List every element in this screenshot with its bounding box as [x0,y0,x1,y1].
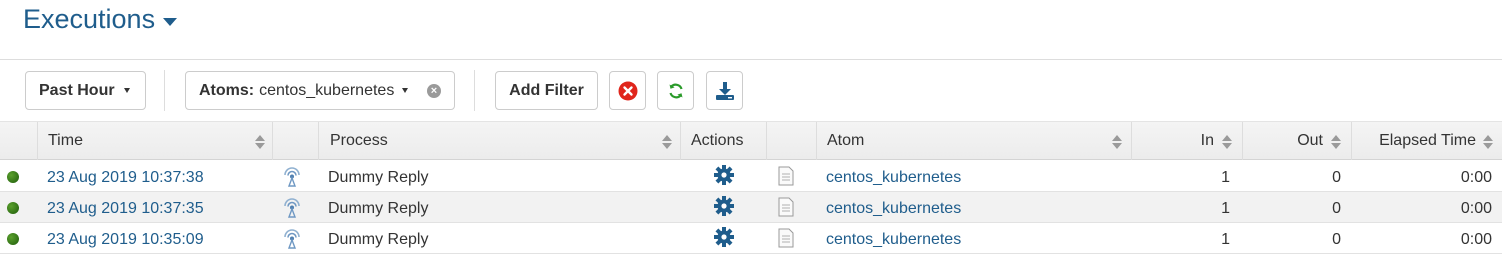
document-icon[interactable] [778,227,794,257]
page-title-dropdown[interactable]: Executions [23,4,178,35]
in-count: 1 [1221,200,1230,217]
table-row[interactable]: 23 Aug 2019 10:35:09 Dummy Reply centos_… [0,223,1502,254]
atom-column-header[interactable]: Atom [817,122,1132,160]
status-success-icon [7,171,19,183]
in-count: 1 [1221,231,1230,248]
elapsed-time: 0:00 [1460,231,1492,248]
in-header-label: In [1200,132,1214,149]
out-column-header[interactable]: Out [1243,122,1352,160]
atom-link[interactable]: centos_kubernetes [826,223,961,253]
in-column-header[interactable]: In [1132,122,1243,160]
refresh-icon [668,83,683,98]
table-row[interactable]: 23 Aug 2019 10:37:35 Dummy Reply centos_… [0,192,1502,223]
sort-icon [1331,135,1341,149]
sort-icon [1112,135,1122,149]
status-success-icon [7,233,19,245]
executions-page: Executions Past Hour Atoms: centos_kuber… [0,0,1502,266]
out-count: 0 [1332,169,1341,186]
time-column-header[interactable]: Time [38,122,273,160]
time-range-dropdown[interactable]: Past Hour [25,71,146,110]
out-header-label: Out [1297,132,1323,149]
toolbar-divider [164,70,165,111]
add-filter-label: Add Filter [509,81,584,99]
download-button[interactable] [706,71,743,110]
atom-link[interactable]: centos_kubernetes [826,161,961,191]
atom-filter-chip[interactable]: Atoms: centos_kubernetes × [185,71,455,110]
remove-filter-icon[interactable]: × [427,84,441,98]
atom-header-label: Atom [827,132,865,149]
process-type-icon [281,228,303,258]
status-column-header [0,122,38,160]
gear-icon[interactable] [713,164,735,194]
icon-column-header [273,122,319,160]
elapsed-column-header[interactable]: Elapsed Time [1352,122,1502,160]
gear-icon[interactable] [713,195,735,225]
process-name: Dummy Reply [328,169,429,186]
sort-icon [1483,135,1493,149]
page-title: Executions [23,4,156,34]
time-header-label: Time [48,132,83,149]
refresh-button[interactable] [657,71,694,110]
download-icon [715,81,734,100]
time-link[interactable]: 23 Aug 2019 10:35:09 [47,223,204,253]
process-name: Dummy Reply [328,200,429,217]
table-row[interactable]: 23 Aug 2019 10:37:38 Dummy Reply centos_… [0,161,1502,192]
filter-value: centos_kubernetes [259,81,395,99]
process-column-header[interactable]: Process [319,122,681,160]
elapsed-time: 0:00 [1460,200,1492,217]
caret-down-icon [402,88,409,93]
elapsed-time: 0:00 [1460,169,1492,186]
time-link[interactable]: 23 Aug 2019 10:37:38 [47,161,204,191]
process-name: Dummy Reply [328,231,429,248]
elapsed-header-label: Elapsed Time [1379,132,1476,149]
out-count: 0 [1332,200,1341,217]
sort-icon [255,135,265,149]
time-link[interactable]: 23 Aug 2019 10:37:35 [47,192,204,222]
toolbar-divider [474,70,475,111]
log-column-header [767,122,817,160]
document-icon[interactable] [778,196,794,226]
filter-toolbar: Past Hour Atoms: centos_kubernetes × Add… [0,60,1502,121]
status-success-icon [7,202,19,214]
out-count: 0 [1332,231,1341,248]
in-count: 1 [1221,169,1230,186]
actions-header-label: Actions [691,132,744,149]
caret-down-icon [123,88,130,93]
chevron-down-icon [163,17,178,26]
gear-icon[interactable] [713,226,735,256]
sort-icon [1222,135,1232,149]
page-header: Executions [0,0,1502,60]
clear-filters-button[interactable] [609,71,646,110]
filter-label: Atoms: [199,81,255,99]
clear-icon [618,81,637,100]
sort-icon [662,135,672,149]
add-filter-button[interactable]: Add Filter [495,71,598,110]
atom-link[interactable]: centos_kubernetes [826,192,961,222]
time-range-label: Past Hour [39,81,115,99]
process-header-label: Process [330,132,388,149]
document-icon[interactable] [778,165,794,195]
table-header: Time Process Actions Atom In Out Elapsed… [0,121,1502,160]
actions-column-header: Actions [681,122,767,160]
